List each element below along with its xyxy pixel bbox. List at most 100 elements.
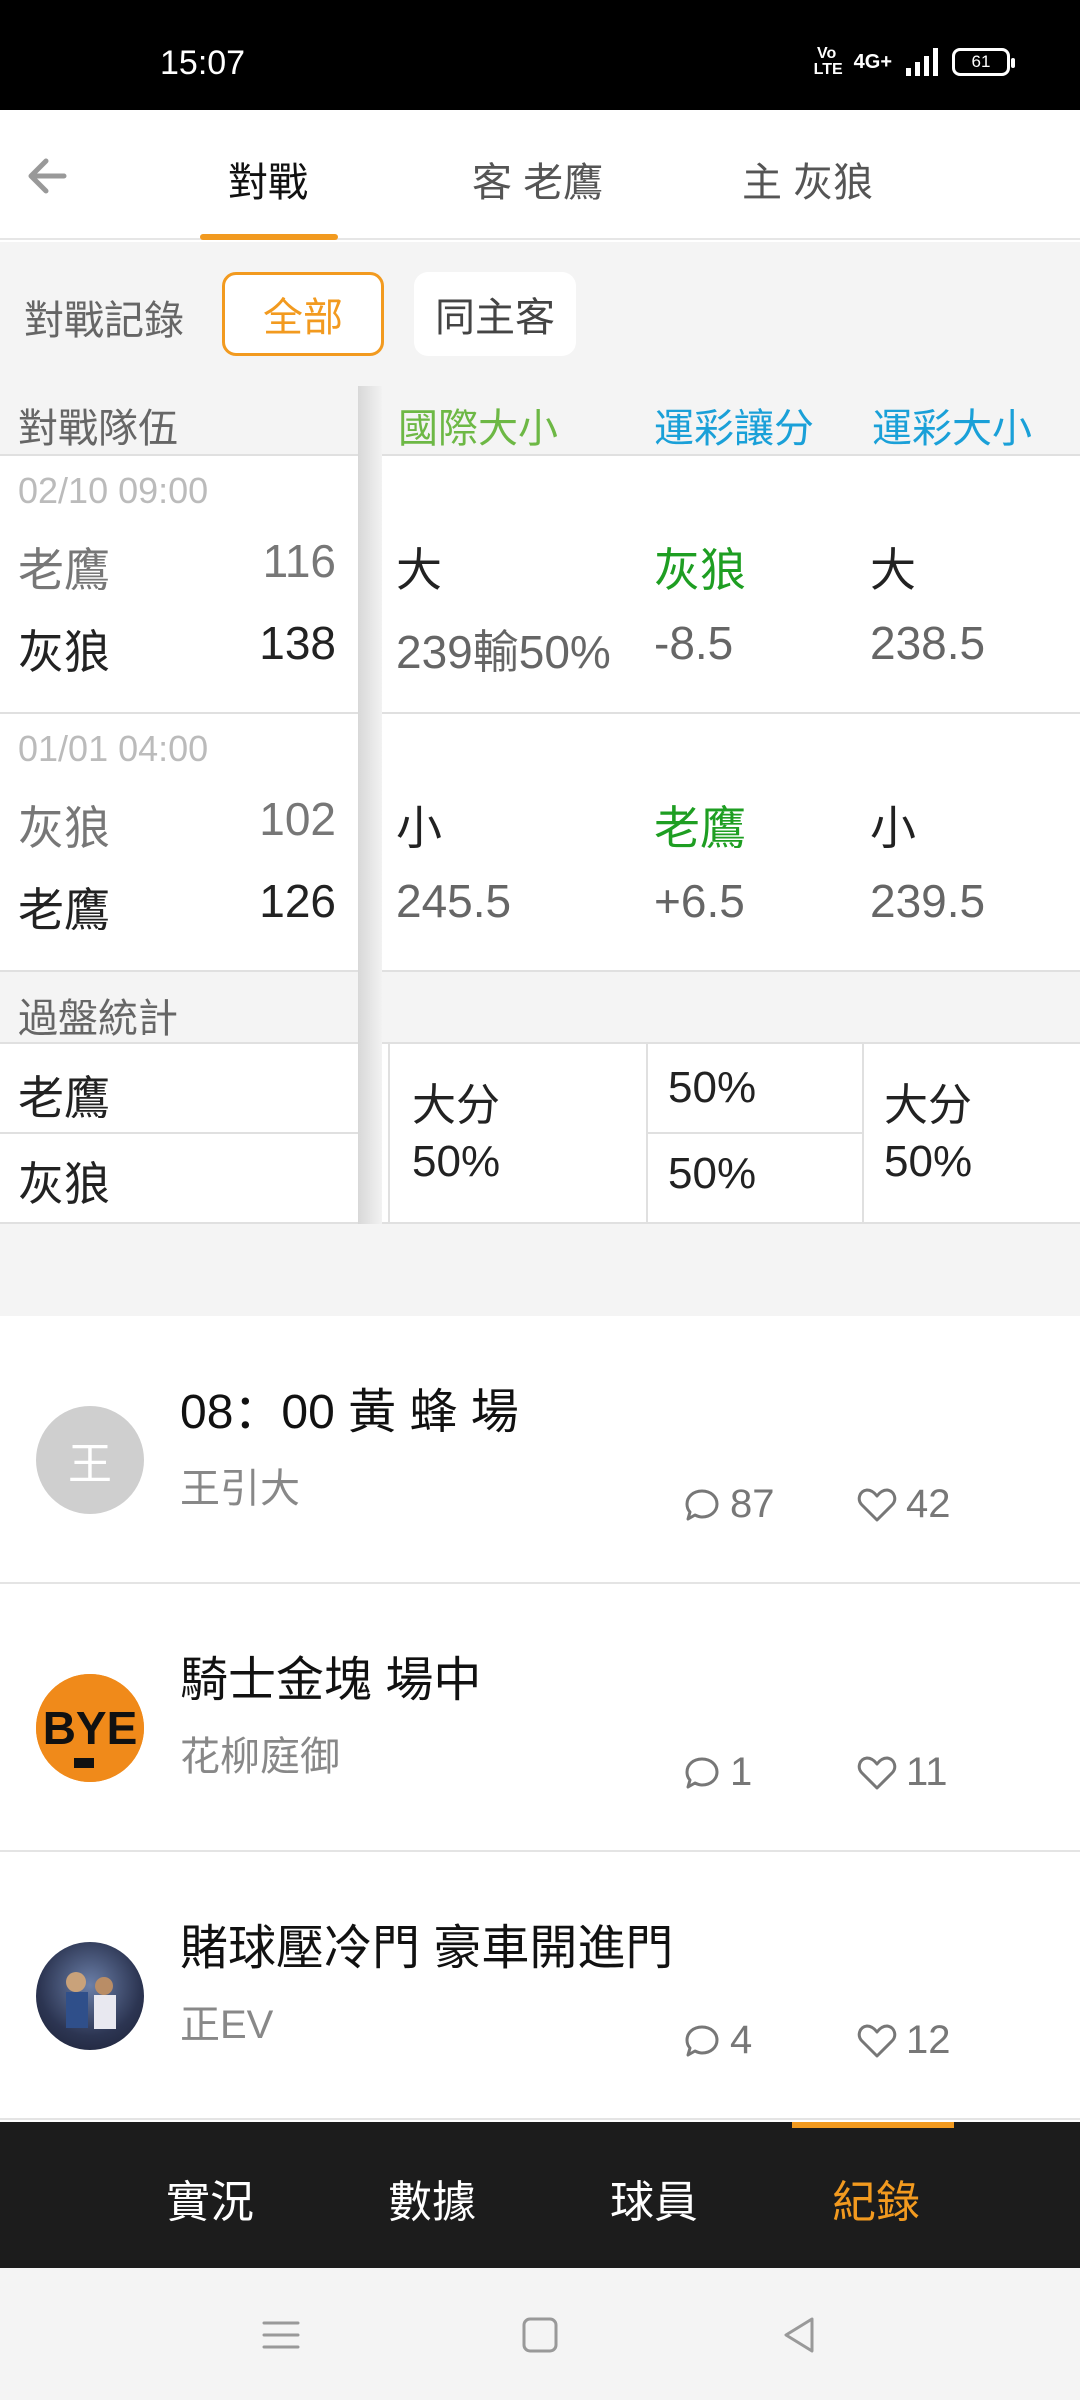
table-header: 對戰隊伍 國際大小 運彩讓分 運彩大小 [0,372,1080,456]
bottom-tab-bar: 實況 數據 球員 紀錄 [0,2122,1080,2268]
battery-level: 61 [971,52,991,71]
stats-team: 灰狼 [18,1158,110,1210]
post-item[interactable]: BYE 騎士金塊 場中 花柳庭御 1 11 [0,1584,1080,1852]
home-team: 老鷹 [18,884,110,936]
away-score: 116 [262,535,336,587]
stats-intl-label: 大分 [412,1081,500,1130]
comment-icon [685,1489,719,1520]
spread-line: -8.5 [654,617,734,669]
heart-icon [857,2024,897,2057]
ou-result: 小 [870,802,916,854]
section-gap [0,1224,1080,1316]
post-item[interactable]: 王 08：00 黃 蜂 場 王引大 87 42 [0,1316,1080,1584]
match-row[interactable]: 01/01 04:00 灰狼 102 老鷹 126 小 245.5 老鷹 +6.… [0,714,1080,972]
avatar[interactable]: BYE [36,1674,144,1782]
divider [0,1132,380,1134]
filter-all-button[interactable]: 全部 [222,272,384,356]
stats-ou-pct: 50% [884,1137,973,1186]
away-score: 102 [259,793,336,845]
stats-label: 過盤統計 [18,997,178,1041]
column-header-spread: 運彩讓分 [654,407,814,451]
stats-grid: 老鷹 灰狼 大分 50% 50% 50% 大分 50% [0,1044,1080,1224]
stats-header: 過盤統計 [0,972,1080,1044]
heart-icon [857,1756,897,1789]
bottom-tab-stats[interactable]: 數據 [388,2166,476,2230]
home-score: 126 [259,875,336,927]
volte-icon: Vo LTE [813,45,843,78]
like-count-value: 12 [906,2018,951,2062]
filter-same-home-away-button[interactable]: 同主客 [414,272,576,356]
bottom-tab-records[interactable]: 紀錄 [832,2166,920,2230]
tab-away-team[interactable]: 客 老鷹 [472,150,603,208]
match-date: 01/01 04:00 [18,728,209,769]
comment-icon [685,2025,719,2056]
tab-matchup[interactable]: 對戰 [228,150,308,208]
status-time: 15:07 [160,44,246,82]
column-header-intl-ou: 國際大小 [398,407,558,451]
column-header-lottery-ou: 運彩大小 [872,407,1032,451]
tab-home-team[interactable]: 主 灰狼 [742,150,873,208]
like-count[interactable]: 12 [856,2018,951,2063]
bottom-tab-players[interactable]: 球員 [610,2166,698,2230]
stats-spread-cell: 50% 50% [646,1044,862,1224]
stats-spread-away: 50% [668,1063,757,1112]
avatar[interactable] [36,1942,144,2050]
matchup-table: 對戰隊伍 國際大小 運彩讓分 運彩大小 02/10 09:00 老鷹 116 灰… [0,372,1080,1224]
like-count-value: 11 [906,1750,948,1794]
ou-line: 238.5 [870,617,986,669]
stats-team: 老鷹 [18,1072,110,1124]
column-separator [358,386,382,1224]
stats-ou-label: 大分 [884,1081,972,1130]
filter-row: 對戰記錄 全部 同主客 [0,242,1080,372]
intl-line: 239輸50% [396,626,611,678]
network-type: 4G+ [853,50,892,73]
comment-count[interactable]: 4 [682,2018,752,2063]
filter-label: 對戰記錄 [24,299,184,343]
comment-count-value: 1 [730,1750,753,1794]
menu-icon[interactable] [256,2310,306,2360]
intl-line: 245.5 [396,875,512,927]
avatar-initial: 王 [68,1440,112,1489]
comment-count[interactable]: 1 [682,1750,752,1795]
stats-intl-cell: 大分 50% [388,1044,646,1224]
post-title: 騎士金塊 場中 [180,1654,482,1707]
home-icon[interactable] [515,2310,565,2360]
avatar[interactable]: 王 [36,1406,144,1514]
home-score: 138 [259,617,336,669]
match-date: 02/10 09:00 [18,470,209,511]
post-author: 王引大 [180,1467,300,1511]
active-tab-indicator [200,234,338,240]
intl-result: 小 [396,802,442,854]
photo-avatar-image [66,1972,116,2029]
battery-icon: 61 [952,48,1015,76]
heart-icon [857,1488,897,1521]
column-header-team: 對戰隊伍 [18,407,178,451]
top-nav: 對戰 客 老鷹 主 灰狼 [0,110,1080,240]
back-arrow-icon[interactable] [20,148,76,204]
away-team: 灰狼 [18,802,110,854]
ou-line: 239.5 [870,875,986,927]
back-icon[interactable] [774,2310,824,2360]
comment-count[interactable]: 87 [682,1482,775,1527]
active-tab-indicator [792,2122,954,2128]
status-bar: 15:07 Vo LTE 4G+ 61 [0,0,1080,110]
like-count[interactable]: 42 [856,1482,951,1527]
comment-icon [685,1757,719,1788]
bottom-tab-live[interactable]: 實況 [166,2166,254,2230]
spread-team: 灰狼 [654,544,746,596]
post-item[interactable]: 賭球壓冷門 豪車開進門 正EV 4 12 [0,1852,1080,2120]
match-row[interactable]: 02/10 09:00 老鷹 116 灰狼 138 大 239輸50% 灰狼 -… [0,456,1080,714]
divider [648,1132,862,1134]
ou-result: 大 [870,544,916,596]
like-count[interactable]: 11 [856,1750,948,1795]
spread-line: +6.5 [654,875,745,927]
avatar-text: BYE [43,1702,138,1754]
home-team: 灰狼 [18,626,110,678]
system-nav-bar [0,2268,1080,2400]
away-team: 老鷹 [18,544,110,596]
bye-avatar-image: BYE [36,1674,144,1782]
stats-spread-home: 50% [668,1149,757,1198]
post-title: 08：00 黃 蜂 場 [180,1386,519,1439]
intl-result: 大 [396,544,442,596]
status-icons: Vo LTE 4G+ 61 [813,45,1015,78]
